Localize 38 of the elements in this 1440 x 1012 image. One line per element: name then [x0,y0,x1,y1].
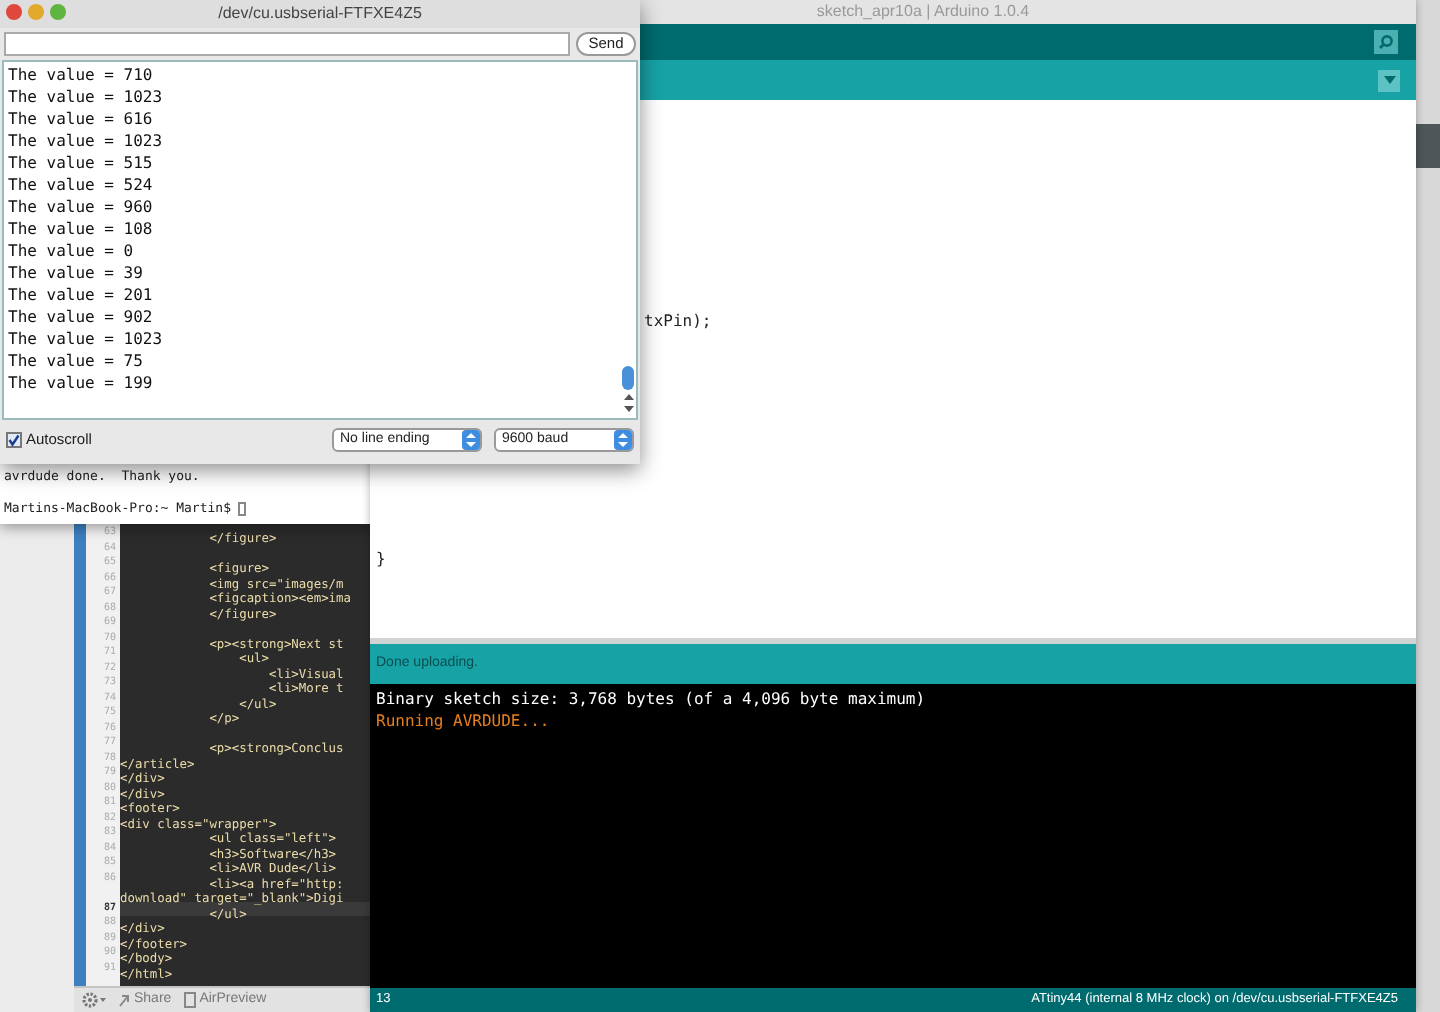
serial-output-line: The value = 616 [8,110,153,128]
serial-output-line: The value = 75 [8,352,143,370]
code-line: } [376,550,386,568]
window-title: /dev/cu.usbserial-FTFXE4Z5 [218,2,422,26]
stepper-icon [614,430,632,450]
close-button[interactable] [6,4,22,20]
search-button[interactable] [1374,30,1398,54]
tab-menu-button[interactable] [1378,69,1400,91]
scroll-thumb[interactable] [622,366,634,390]
serial-output-line: The value = 1023 [8,132,163,150]
serial-output-line: The value = 199 [8,374,153,392]
minimize-button[interactable] [28,4,44,20]
serial-output-line: The value = 1023 [8,88,163,106]
serial-output-line: The value = 710 [8,66,153,84]
serial-output-line: The value = 0 [8,242,134,260]
share-icon [118,993,130,1007]
console-line: Binary sketch size: 3,768 bytes (of a 4,096 byte maximum) [376,690,926,708]
scroll-arrows-icon[interactable] [623,392,633,414]
serial-output-line: The value = 1023 [8,330,163,348]
dropdown-icon [1383,76,1395,84]
serial-output-line: The value = 201 [8,286,153,304]
autoscroll-checkbox[interactable] [6,432,22,448]
gear-icon[interactable] [82,992,106,1008]
zoom-button[interactable] [50,4,66,20]
code-line: txPin); [644,312,712,330]
window-title: sketch_apr10a | Arduino 1.0.4 [816,0,1030,24]
console-line: Running AVRDUDE... [376,712,550,730]
serial-output-line: The value = 524 [8,176,153,194]
serial-output-line: The value = 960 [8,198,153,216]
stepper-icon [462,430,480,450]
serial-output-line: The value = 515 [8,154,153,172]
search-icon [1378,34,1394,50]
serial-output-line: The value = 39 [8,264,143,282]
cursor-icon [237,501,245,515]
input-field[interactable] [4,32,570,56]
serial-output-line: The value = 108 [8,220,153,238]
document-icon [183,992,196,1008]
serial-output-line: The value = 902 [8,308,153,326]
